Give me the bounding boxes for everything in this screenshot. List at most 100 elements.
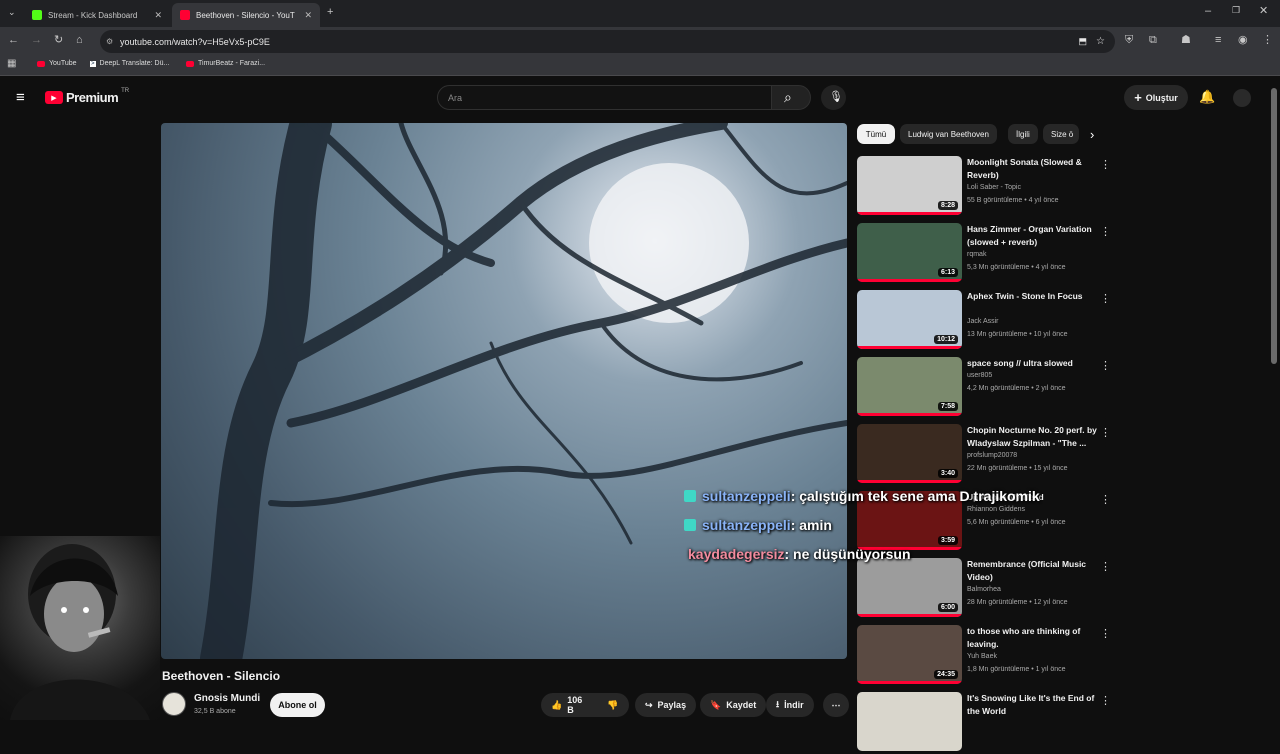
video-player[interactable] bbox=[161, 123, 847, 659]
bookmark-star-icon[interactable]: ☆ bbox=[1096, 36, 1105, 47]
more-vertical-icon[interactable]: ⋮ bbox=[1100, 493, 1111, 506]
tab-kick-dashboard[interactable]: Stream - Kick Dashboard ✕ bbox=[24, 3, 170, 27]
recommendation-title[interactable]: Aphex Twin - Stone In Focus bbox=[967, 290, 1097, 303]
share-button[interactable]: ↪ Paylaş bbox=[635, 693, 697, 717]
duration-badge: 3:59 bbox=[937, 536, 958, 545]
recommendation-channel[interactable]: profslump20078 bbox=[967, 452, 1017, 459]
recommendation-item[interactable]: 3:40 Chopin Nocturne No. 20 perf. by Wla… bbox=[857, 424, 1117, 486]
chevron-right-icon[interactable]: › bbox=[1090, 128, 1094, 141]
tab-search-icon[interactable]: ⌄ bbox=[8, 8, 16, 17]
address-bar[interactable]: ⚙ youtube.com/watch?v=H5eVx5-pC9E ⬒ ☆ bbox=[100, 30, 1115, 53]
more-vertical-icon[interactable]: ⋮ bbox=[1100, 158, 1111, 171]
home-icon[interactable]: ⌂ bbox=[76, 35, 83, 46]
download-label: İndir bbox=[784, 700, 804, 710]
channel-name[interactable]: Gnosis Mundi bbox=[194, 693, 260, 704]
recommendation-item[interactable]: 6:13 Hans Zimmer - Organ Variation (slow… bbox=[857, 223, 1117, 285]
recommendation-title[interactable]: It's Snowing Like It's the End of the Wo… bbox=[967, 692, 1097, 718]
account-avatar[interactable] bbox=[1233, 89, 1251, 107]
recommendation-channel[interactable]: Balmorhea bbox=[967, 586, 1001, 593]
video-thumbnail[interactable] bbox=[857, 692, 962, 751]
chip-beethoven[interactable]: Ludwig van Beethoven bbox=[900, 124, 997, 144]
recommendation-title[interactable]: to those who are thinking of leaving. bbox=[967, 625, 1097, 651]
media-control-icon[interactable]: ≡ bbox=[1215, 35, 1221, 46]
duration-badge: 10:12 bbox=[934, 335, 958, 344]
video-thumbnail[interactable]: 7:58 bbox=[857, 357, 962, 416]
video-thumbnail[interactable]: 6:00 bbox=[857, 558, 962, 617]
chip-for-you[interactable]: Size ö bbox=[1043, 124, 1079, 144]
reload-icon[interactable]: ↻ bbox=[54, 35, 63, 46]
recommendation-channel[interactable]: Rhiannon Giddens bbox=[967, 506, 1025, 513]
video-thumbnail[interactable]: 3:40 bbox=[857, 424, 962, 483]
incognito-icon[interactable]: ☗ bbox=[1181, 35, 1191, 46]
video-thumbnail[interactable]: 24:35 bbox=[857, 625, 962, 684]
recommendation-item[interactable]: 24:35 to those who are thinking of leavi… bbox=[857, 625, 1117, 687]
more-vertical-icon[interactable]: ⋮ bbox=[1100, 627, 1111, 640]
back-icon[interactable]: ← bbox=[8, 35, 19, 46]
recommendation-title[interactable]: space song // ultra slowed bbox=[967, 357, 1097, 370]
watch-progress-bar bbox=[857, 279, 962, 282]
bookmark-timurbeatz[interactable]: TimurBeatz - Farazi... bbox=[186, 60, 265, 67]
menu-icon[interactable]: ⋮ bbox=[1262, 35, 1273, 46]
tab-youtube-video[interactable]: Beethoven - Silencio - YouT ✕ bbox=[172, 3, 320, 27]
bookmark-youtube[interactable]: YouTube bbox=[37, 60, 77, 67]
recommendation-title[interactable]: Remembrance (Official Music Video) bbox=[967, 558, 1097, 584]
forward-icon[interactable]: → bbox=[31, 35, 42, 46]
chip-all[interactable]: Tümü bbox=[857, 124, 895, 144]
minimize-icon[interactable]: – bbox=[1205, 6, 1211, 17]
search-input[interactable]: Ara bbox=[437, 85, 772, 110]
more-vertical-icon[interactable]: ⋮ bbox=[1100, 694, 1111, 707]
video-thumbnail[interactable]: 10:12 bbox=[857, 290, 962, 349]
shield-extension-icon[interactable]: ⛨ bbox=[1125, 35, 1133, 46]
recommendation-item[interactable]: 6:00 Remembrance (Official Music Video) … bbox=[857, 558, 1117, 620]
youtube-favicon-icon bbox=[180, 10, 190, 20]
more-vertical-icon[interactable]: ⋮ bbox=[1100, 560, 1111, 573]
chat-username: sultanzeppeli bbox=[702, 517, 791, 533]
more-actions-button[interactable]: ⋯ bbox=[823, 693, 849, 717]
dislike-button[interactable]: 👎 bbox=[599, 693, 629, 717]
more-vertical-icon[interactable]: ⋮ bbox=[1100, 426, 1111, 439]
recommendation-item[interactable]: 7:58 space song // ultra slowed user805 … bbox=[857, 357, 1117, 419]
close-tab-icon[interactable]: ✕ bbox=[154, 10, 162, 21]
video-thumbnail[interactable]: 8:28 bbox=[857, 156, 962, 215]
recommendation-title[interactable]: Chopin Nocturne No. 20 perf. by Wladysla… bbox=[967, 424, 1097, 450]
search-button[interactable]: ⌕ bbox=[771, 85, 811, 110]
more-vertical-icon[interactable]: ⋮ bbox=[1100, 292, 1111, 305]
recommendation-channel[interactable]: Yuh Baek bbox=[967, 653, 997, 660]
duration-badge: 8:28 bbox=[937, 201, 958, 210]
chip-related[interactable]: İlgili bbox=[1008, 124, 1038, 144]
save-button[interactable]: 🔖 Kaydet bbox=[700, 693, 767, 717]
install-icon[interactable]: ⬒ bbox=[1078, 36, 1087, 47]
close-tab-icon[interactable]: ✕ bbox=[304, 10, 312, 21]
recommendation-item[interactable]: It's Snowing Like It's the End of the Wo… bbox=[857, 692, 1117, 754]
site-info-icon[interactable]: ⚙ bbox=[106, 37, 113, 46]
recommendation-channel[interactable]: rqmak bbox=[967, 251, 986, 258]
page-scrollbar[interactable] bbox=[1271, 88, 1277, 364]
notifications-bell-icon[interactable]: 🔔 bbox=[1199, 90, 1215, 103]
more-vertical-icon[interactable]: ⋮ bbox=[1100, 359, 1111, 372]
video-thumbnail[interactable]: 6:13 bbox=[857, 223, 962, 282]
extensions-icon[interactable]: ⧉ bbox=[1149, 35, 1157, 46]
bookmark-deepl[interactable]: > DeepL Translate: Dü... bbox=[90, 60, 169, 67]
recommendation-channel[interactable]: user805 bbox=[967, 372, 992, 379]
recommendation-title[interactable]: Hans Zimmer - Organ Variation (slowed + … bbox=[967, 223, 1097, 249]
recommendation-channel[interactable]: Jack Assir bbox=[967, 318, 999, 325]
recommendation-item[interactable]: 10:12 Aphex Twin - Stone In Focus Jack A… bbox=[857, 290, 1117, 352]
create-button[interactable]: + Oluştur bbox=[1124, 85, 1188, 110]
recommendation-item[interactable]: 8:28 Moonlight Sonata (Slowed & Reverb) … bbox=[857, 156, 1117, 218]
maximize-icon[interactable]: ❐ bbox=[1232, 6, 1240, 15]
close-window-icon[interactable]: ✕ bbox=[1259, 6, 1268, 17]
bookmark-label: DeepL Translate: Dü... bbox=[99, 60, 170, 67]
new-tab-icon[interactable]: + bbox=[327, 7, 333, 18]
voice-search-button[interactable]: 🎙 bbox=[821, 85, 846, 110]
profile-icon[interactable]: ◉ bbox=[1238, 35, 1248, 46]
apps-grid-icon[interactable]: ▦ bbox=[7, 59, 16, 69]
like-button[interactable]: 👍 106 B bbox=[541, 693, 599, 717]
recommendation-title[interactable]: Moonlight Sonata (Slowed & Reverb) bbox=[967, 156, 1097, 182]
more-vertical-icon[interactable]: ⋮ bbox=[1100, 225, 1111, 238]
subscribe-button[interactable]: Abone ol bbox=[270, 693, 325, 717]
hamburger-menu-icon[interactable]: ≡ bbox=[16, 90, 25, 105]
youtube-logo[interactable]: ▶ Premium TR bbox=[45, 88, 129, 105]
channel-avatar[interactable] bbox=[162, 692, 186, 716]
download-button[interactable]: ⭳ İndir bbox=[766, 693, 814, 717]
recommendation-channel[interactable]: Loli Saber - Topic bbox=[967, 184, 1021, 191]
